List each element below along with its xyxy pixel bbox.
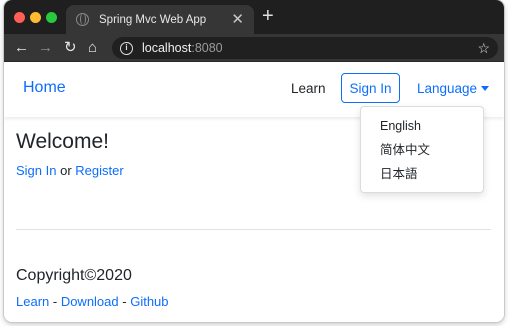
- welcome-heading: Welcome!: [16, 130, 109, 153]
- language-option-english[interactable]: English: [361, 116, 483, 140]
- browser-toolbar: ← → ↻ ⌂ i localhost:8080 ☆: [4, 34, 504, 62]
- footer-learn-link[interactable]: Learn: [16, 294, 49, 309]
- browser-tab[interactable]: Spring Mvc Web App ✕: [66, 5, 254, 34]
- chevron-down-icon: [481, 86, 490, 91]
- learn-link[interactable]: Learn: [291, 81, 326, 96]
- footer-separator: -: [49, 294, 61, 309]
- language-option-simplified-chinese[interactable]: 简体中文: [361, 140, 483, 164]
- register-link[interactable]: Register: [75, 163, 123, 178]
- url-host: localhost: [142, 41, 192, 55]
- auth-prompt: Sign In or Register: [16, 163, 124, 178]
- new-tab-button[interactable]: +: [262, 6, 274, 26]
- home-icon[interactable]: ⌂: [88, 38, 97, 58]
- info-icon[interactable]: i: [120, 41, 133, 55]
- reload-icon[interactable]: ↻: [64, 38, 77, 58]
- browser-window: Spring Mvc Web App ✕ + ← → ↻ ⌂ i localho…: [4, 0, 504, 322]
- sign-in-link[interactable]: Sign In: [16, 163, 56, 178]
- copyright-text: Copyright©2020: [16, 267, 132, 284]
- star-icon[interactable]: ☆: [477, 40, 490, 57]
- url-port: :8080: [191, 41, 223, 55]
- language-menu: English 简体中文 日本語: [360, 106, 484, 193]
- tab-title: Spring Mvc Web App: [99, 13, 207, 26]
- footer-separator: -: [118, 294, 131, 309]
- footer-github-link[interactable]: Github: [130, 294, 168, 309]
- sign-in-button[interactable]: Sign In: [341, 73, 400, 103]
- footer-download-link[interactable]: Download: [61, 294, 119, 309]
- close-window-button[interactable]: [14, 12, 25, 23]
- divider: [16, 229, 491, 230]
- language-option-japanese[interactable]: 日本語: [361, 164, 483, 188]
- forward-icon[interactable]: →: [38, 38, 53, 58]
- globe-icon: [76, 13, 89, 26]
- address-bar[interactable]: i localhost:8080 ☆: [112, 37, 498, 59]
- web-page: Home Learn Sign In Language English 简体中文…: [4, 62, 504, 322]
- tab-strip: Spring Mvc Web App ✕ +: [4, 0, 504, 34]
- footer-links: Learn - Download - Github: [16, 294, 169, 309]
- minimize-window-button[interactable]: [30, 12, 41, 23]
- home-link[interactable]: Home: [23, 79, 66, 97]
- back-icon[interactable]: ←: [14, 38, 29, 58]
- tab-close-icon[interactable]: ✕: [231, 12, 244, 27]
- maximize-window-button[interactable]: [46, 12, 57, 23]
- or-text: or: [56, 163, 76, 178]
- language-label: Language: [417, 81, 478, 96]
- language-dropdown-toggle[interactable]: Language: [417, 81, 490, 96]
